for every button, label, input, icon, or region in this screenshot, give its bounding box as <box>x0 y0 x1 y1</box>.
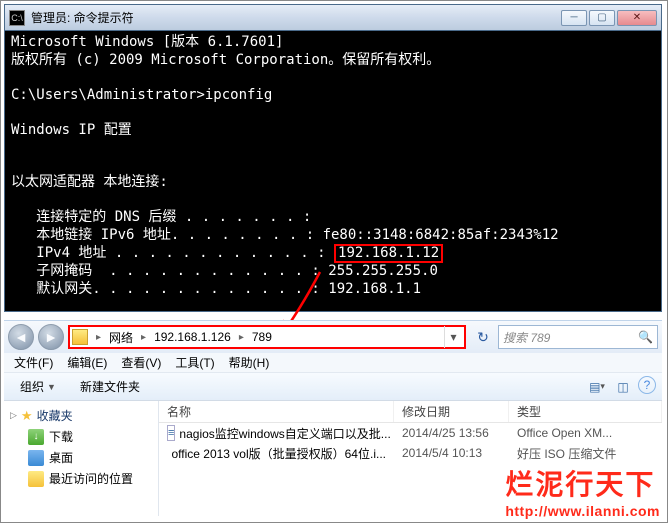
cmd-line-prompt: C:\Users\Administrator>ipconfig <box>11 87 272 103</box>
close-button[interactable]: ✕ <box>617 10 657 26</box>
star-icon: ★ <box>21 408 33 424</box>
explorer-window: ◄ ► ▸ 网络 ▸ 192.168.1.126 ▸ 789 ▾ ↻ 搜索 78… <box>4 320 662 516</box>
crumb-sep-icon[interactable]: ▸ <box>237 332 246 343</box>
address-bar[interactable]: ▸ 网络 ▸ 192.168.1.126 ▸ 789 ▾ <box>68 325 466 349</box>
menu-view[interactable]: 查看(V) <box>115 354 167 371</box>
file-row[interactable]: office 2013 vol版（批量授权版）64位.i... 2014/5/4… <box>159 443 662 463</box>
desktop-icon <box>28 450 44 466</box>
new-folder-button[interactable]: 新建文件夹 <box>70 375 150 398</box>
crumb-sep-icon[interactable]: ▸ <box>94 332 103 343</box>
menu-edit[interactable]: 编辑(E) <box>61 354 113 371</box>
cmd-window-title: 管理员: 命令提示符 <box>31 9 561 26</box>
cmd-value-ipv6: fe80::3148:6842:85af:2343%12 <box>323 227 559 243</box>
menu-tools[interactable]: 工具(T) <box>169 354 220 371</box>
column-type[interactable]: 类型 <box>509 401 662 422</box>
file-date: 2014/4/25 13:56 <box>394 426 509 440</box>
maximize-button[interactable]: ▢ <box>589 10 615 26</box>
sidebar-item-recent[interactable]: 最近访问的位置 <box>6 468 156 489</box>
file-list: 名称 修改日期 类型 ≡ nagios监控windows自定义端口以及批... … <box>159 401 662 516</box>
search-icon: 🔍 <box>638 330 653 344</box>
file-row[interactable]: ≡ nagios监控windows自定义端口以及批... 2014/4/25 1… <box>159 423 662 443</box>
document-icon: ≡ <box>167 425 175 441</box>
cmd-label-ipv6: 本地链接 IPv6 地址. . . . . . . . : <box>11 227 323 243</box>
menu-help[interactable]: 帮助(H) <box>223 354 276 371</box>
cmd-line-header: Windows IP 配置 <box>11 122 132 138</box>
download-icon: ↓ <box>28 429 44 445</box>
navigation-pane: ▷ ★ 收藏夹 ↓ 下载 桌面 最近访问的位置 <box>4 401 159 516</box>
file-name: office 2013 vol版（批量授权版）64位.i... <box>171 445 386 462</box>
sidebar-item-label: 最近访问的位置 <box>49 470 133 487</box>
cmd-titlebar[interactable]: C:\ 管理员: 命令提示符 ─ ▢ ✕ <box>5 5 661 31</box>
address-dropdown[interactable]: ▾ <box>444 326 462 348</box>
search-placeholder: 搜索 789 <box>503 329 550 346</box>
crumb-sep-icon[interactable]: ▸ <box>139 332 148 343</box>
recent-icon <box>28 471 44 487</box>
explorer-body: ▷ ★ 收藏夹 ↓ 下载 桌面 最近访问的位置 <box>4 401 662 516</box>
column-date[interactable]: 修改日期 <box>394 401 509 422</box>
sidebar-item-label: 下载 <box>49 428 73 445</box>
search-input[interactable]: 搜索 789 🔍 <box>498 325 658 349</box>
sidebar-item-label: 桌面 <box>49 449 73 466</box>
collapse-icon: ▷ <box>10 410 17 421</box>
minimize-button[interactable]: ─ <box>561 10 587 26</box>
cmd-label-gw: 默认网关. . . . . . . . . . . . . : <box>11 281 328 297</box>
file-type: 好压 ISO 压缩文件 <box>509 445 662 462</box>
command-prompt-window: C:\ 管理员: 命令提示符 ─ ▢ ✕ Microsoft Windows [… <box>4 4 662 312</box>
cmd-label-mask: 子网掩码 . . . . . . . . . . . . : <box>11 263 328 279</box>
view-options-button[interactable]: ▤▾ <box>586 376 608 398</box>
breadcrumb-folder[interactable]: 789 <box>248 327 276 347</box>
preview-pane-button[interactable]: ◫ <box>612 376 634 398</box>
file-type: Office Open XM... <box>509 426 662 440</box>
nav-back-button[interactable]: ◄ <box>8 324 34 350</box>
cmd-line-copyright: 版权所有 (c) 2009 Microsoft Corporation。保留所有… <box>11 52 440 68</box>
explorer-toolbar: 组织 ▼ 新建文件夹 ▤▾ ◫ ? <box>4 373 662 401</box>
cmd-icon: C:\ <box>9 10 25 26</box>
chevron-down-icon: ▼ <box>47 382 56 392</box>
breadcrumb-host[interactable]: 192.168.1.126 <box>150 327 235 347</box>
window-buttons: ─ ▢ ✕ <box>561 10 657 26</box>
organize-button[interactable]: 组织 ▼ <box>10 375 66 398</box>
ipv4-highlight: 192.168.1.12 <box>334 244 443 263</box>
nav-forward-button[interactable]: ► <box>38 324 64 350</box>
cmd-label-ipv4: IPv4 地址 . . . . . . . . . . . . : <box>11 245 326 261</box>
file-date: 2014/5/4 10:13 <box>394 446 509 460</box>
folder-icon <box>72 329 88 345</box>
help-button[interactable]: ? <box>638 376 656 394</box>
breadcrumb-network[interactable]: 网络 <box>105 327 137 347</box>
cmd-line-adapter: 以太网适配器 本地连接: <box>11 174 168 190</box>
cmd-line-version: Microsoft Windows [版本 6.1.7601] <box>11 34 283 50</box>
organize-label: 组织 <box>20 378 44 395</box>
cmd-output[interactable]: Microsoft Windows [版本 6.1.7601] 版权所有 (c)… <box>5 31 661 311</box>
menu-file[interactable]: 文件(F) <box>8 354 59 371</box>
sidebar-item-desktop[interactable]: 桌面 <box>6 447 156 468</box>
column-header-row: 名称 修改日期 类型 <box>159 401 662 423</box>
cmd-label-dns: 连接特定的 DNS 后缀 . . . . . . . : <box>11 209 311 225</box>
cmd-value-gw: 192.168.1.1 <box>328 281 421 297</box>
cmd-value-mask: 255.255.255.0 <box>328 263 438 279</box>
sidebar-favorites[interactable]: ▷ ★ 收藏夹 <box>6 405 156 426</box>
explorer-nav-row: ◄ ► ▸ 网络 ▸ 192.168.1.126 ▸ 789 ▾ ↻ 搜索 78… <box>4 321 662 353</box>
sidebar-item-downloads[interactable]: ↓ 下载 <box>6 426 156 447</box>
favorites-label: 收藏夹 <box>37 407 73 424</box>
column-name[interactable]: 名称 <box>159 401 394 422</box>
menu-bar: 文件(F) 编辑(E) 查看(V) 工具(T) 帮助(H) <box>4 353 662 373</box>
refresh-button[interactable]: ↻ <box>472 326 494 348</box>
file-name: nagios监控windows自定义端口以及批... <box>179 425 390 442</box>
